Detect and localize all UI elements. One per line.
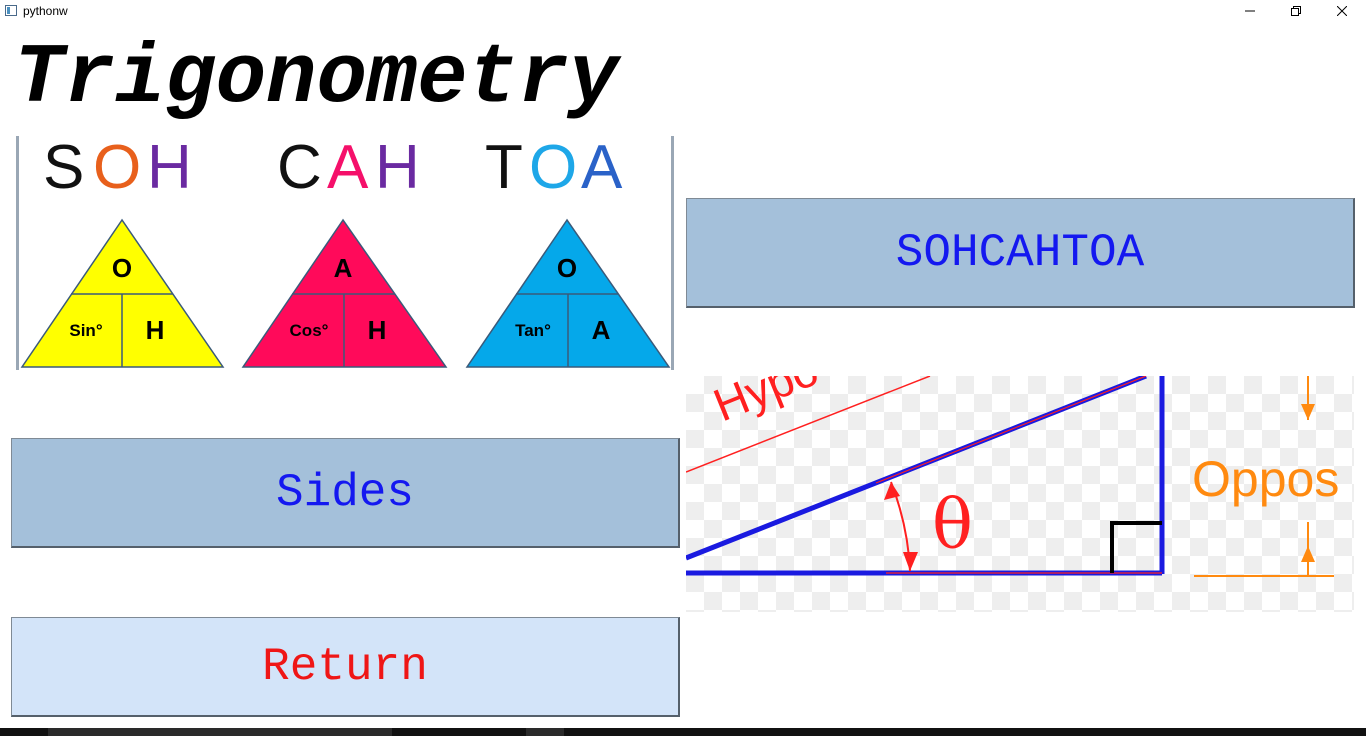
taskbar	[0, 728, 1366, 736]
mnemonic-2-letter-1: C	[277, 136, 322, 202]
restore-button[interactable]	[1273, 0, 1319, 22]
mnemonic-3-letter-1: T	[485, 136, 522, 202]
minimize-button[interactable]	[1227, 0, 1273, 22]
svg-text:C A H: C A H	[277, 136, 420, 202]
hypotenuse-label: Hypo	[706, 376, 825, 431]
close-icon	[1337, 6, 1347, 16]
cos-triangle-top: A	[334, 253, 353, 283]
svg-text:S O H: S O H	[43, 136, 192, 202]
cos-triangle-bottom-right: H	[368, 315, 387, 345]
mnemonic-2-letter-2: A	[327, 136, 369, 202]
minimize-icon	[1245, 10, 1255, 12]
mnemonic-1-letter-2: O	[93, 136, 141, 202]
cos-triangle-bottom-left: Cos°	[290, 321, 329, 340]
sin-triangle-top: O	[112, 253, 132, 283]
sides-button[interactable]: Sides	[11, 438, 680, 548]
close-button[interactable]	[1319, 0, 1365, 22]
tan-triangle: O Tan° A	[465, 218, 671, 368]
tan-triangle-top: O	[557, 253, 577, 283]
window-titlebar: pythonw	[0, 0, 1366, 22]
cos-triangle: A Cos° H	[241, 218, 448, 368]
mnemonic-1-letter-1: S	[43, 136, 84, 202]
opposite-label: Oppos	[1192, 451, 1339, 507]
python-app-icon	[5, 5, 17, 16]
tan-triangle-bottom-right: A	[592, 315, 611, 345]
mnemonic-2-letter-3: H	[375, 136, 420, 202]
page-heading: Trigonometry	[14, 34, 619, 126]
right-triangle-diagram: Hypo θ Oppos	[686, 376, 1354, 612]
sin-triangle-bottom-left: Sin°	[69, 321, 102, 340]
restore-icon	[1291, 6, 1301, 16]
sin-triangle: O Sin° H	[20, 218, 225, 368]
sin-triangle-bottom-right: H	[146, 315, 165, 345]
mnemonic-3-letter-2: O	[529, 136, 577, 202]
sohcahtoa-triangles-image: S O H C A H T O A O Sin° H A Cos° H O Ta…	[16, 136, 674, 370]
tan-triangle-bottom-left: Tan°	[515, 321, 551, 340]
mnemonic-1-letter-3: H	[147, 136, 192, 202]
svg-text:T O A: T O A	[485, 136, 623, 202]
window-title: pythonw	[23, 4, 68, 18]
sohcahtoa-button[interactable]: SOHCAHTOA	[686, 198, 1355, 308]
angle-theta-label: θ	[932, 486, 973, 565]
return-button[interactable]: Return	[11, 617, 680, 717]
mnemonic-3-letter-3: A	[581, 136, 623, 202]
